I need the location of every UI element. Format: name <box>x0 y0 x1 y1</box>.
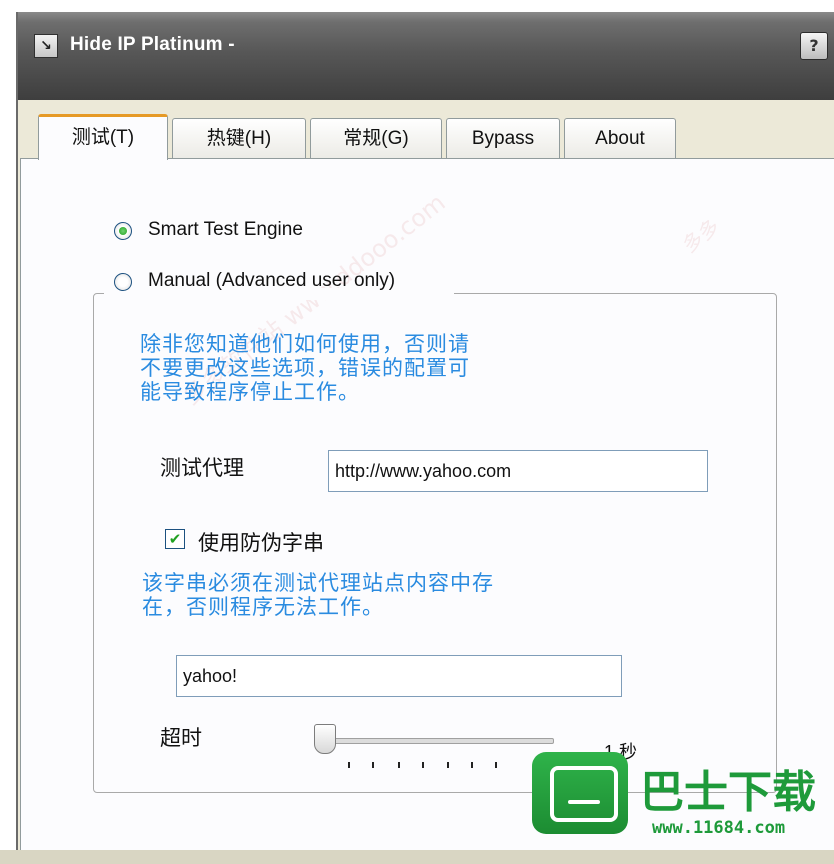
smart-engine-radio[interactable] <box>114 222 132 240</box>
window-title: Hide IP Platinum - <box>70 34 235 55</box>
tab-about[interactable]: About <box>564 118 676 158</box>
smart-engine-label[interactable]: Smart Test Engine <box>148 219 303 241</box>
slider-tick <box>447 762 449 768</box>
tab-general[interactable]: 常规(G) <box>310 118 442 158</box>
app-icon[interactable]: ↘ <box>34 34 58 58</box>
monitor-icon <box>550 766 618 822</box>
slider-tick <box>495 762 497 768</box>
timeout-slider-track[interactable] <box>326 738 554 744</box>
antifake-string-input[interactable] <box>176 655 622 697</box>
slider-tick <box>348 762 350 768</box>
manual-radio[interactable] <box>114 273 132 291</box>
antifake-hint: 该字串必须在测试代理站点内容中存 在，否则程序无法工作。 <box>142 571 494 619</box>
timeout-slider-thumb[interactable] <box>314 724 336 754</box>
tab-test[interactable]: 测试(T) <box>38 114 168 160</box>
watermark-title: 巴士下载 <box>640 767 816 818</box>
antifake-label[interactable]: 使用防伪字串 <box>198 527 324 557</box>
watermark-url: www.11684.com <box>652 818 786 838</box>
slider-tick <box>372 762 374 768</box>
manual-label[interactable]: Manual (Advanced user only) <box>148 270 395 292</box>
tab-hotkey[interactable]: 热键(H) <box>172 118 306 158</box>
timeout-label: 超时 <box>160 727 202 750</box>
help-button[interactable]: ? <box>800 32 828 60</box>
slider-tick <box>398 762 400 768</box>
test-proxy-input[interactable] <box>328 450 708 492</box>
slider-tick <box>422 762 424 768</box>
proxy-label: 测试代理 <box>160 457 244 480</box>
antifake-checkbox[interactable]: ✔ <box>165 529 185 549</box>
bottom-edge <box>0 850 834 864</box>
slider-tick <box>471 762 473 768</box>
radio-selected-dot <box>119 227 127 235</box>
watermark-logo-icon <box>532 752 628 834</box>
title-bar[interactable]: ↘ Hide IP Platinum - ? <box>18 12 834 100</box>
warning-text: 除非您知道他们如何使用，否则请 不要更改这些选项，错误的配置可 能导致程序停止工… <box>140 332 470 404</box>
tab-bypass[interactable]: Bypass <box>446 118 560 158</box>
